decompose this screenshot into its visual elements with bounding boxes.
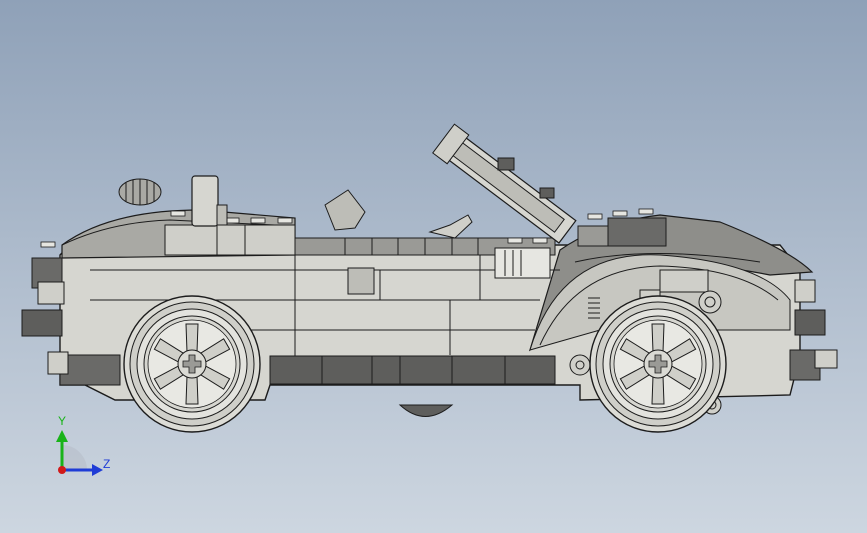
z-axis-label: Z [103, 457, 111, 471]
origin-dot [58, 466, 66, 474]
y-axis-label: Y [58, 414, 67, 428]
axis-triad [56, 430, 103, 476]
